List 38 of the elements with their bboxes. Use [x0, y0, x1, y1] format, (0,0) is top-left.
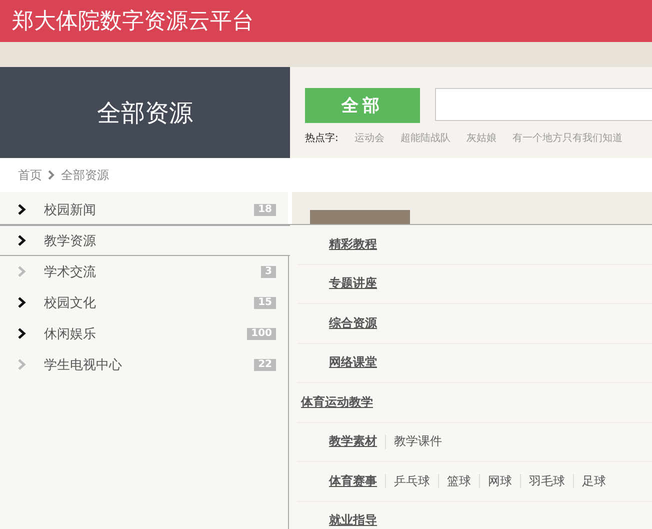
submenu-link[interactable]: 足球	[582, 472, 606, 490]
banner-title: 全部资源	[97, 98, 193, 128]
submenu-link[interactable]: 专题讲座	[329, 275, 377, 292]
sidebar-item[interactable]: 学生电视中心 22	[0, 349, 288, 380]
count-badge: 22	[254, 358, 276, 370]
submenu-link[interactable]: 体育运动教学	[301, 394, 373, 411]
category-label: 校园文化	[44, 294, 97, 312]
sidebar-item[interactable]: 休闲娱乐 100	[0, 318, 288, 349]
count-badge: 100	[247, 328, 276, 340]
sidebar-item[interactable]: 校园新闻 18	[0, 194, 288, 225]
submenu-link[interactable]: 网球	[488, 472, 512, 490]
chevron-icon	[48, 170, 55, 180]
category-label: 校园新闻	[44, 202, 97, 218]
count-badge: 15	[254, 296, 276, 308]
submenu-link[interactable]: 乒乓球	[394, 472, 430, 490]
submenu-link[interactable]: 体育赛事	[329, 472, 377, 490]
submenu-link[interactable]: 篮球	[447, 472, 471, 490]
submenu-link[interactable]: 综合资源	[329, 314, 377, 332]
site-title: 郑大体院数字资源云平台	[12, 8, 254, 36]
sidebar-item[interactable]: 教学资源	[0, 225, 290, 256]
submenu-link[interactable]: 网络课堂	[329, 354, 377, 372]
sidebar-item[interactable]: 学术交流 3	[0, 256, 288, 287]
breadcrumb-link[interactable]: 首页	[18, 166, 42, 184]
sidebar-item[interactable]: 校园文化 15	[0, 287, 288, 318]
submenu-link[interactable]: 羽毛球	[529, 472, 565, 490]
category-label: 学生电视中心	[44, 356, 123, 374]
submenu-link[interactable]: 就业指导	[329, 512, 377, 529]
category-label: 休闲娱乐	[44, 326, 97, 342]
category-label: 学术交流	[44, 264, 97, 280]
search-field[interactable]	[435, 88, 652, 121]
count-badge: 18	[254, 204, 276, 216]
submenu-link[interactable]: 教学素材	[329, 433, 377, 450]
submenu-link[interactable]: 精彩教程	[329, 236, 377, 253]
submenu-link[interactable]: 教学课件	[394, 433, 442, 450]
count-badge: 3	[261, 266, 276, 278]
hot-words-label: 热点字:	[305, 132, 338, 145]
breadcrumb-link[interactable]: 全部资源	[61, 166, 109, 184]
category-label: 教学资源	[44, 232, 97, 250]
